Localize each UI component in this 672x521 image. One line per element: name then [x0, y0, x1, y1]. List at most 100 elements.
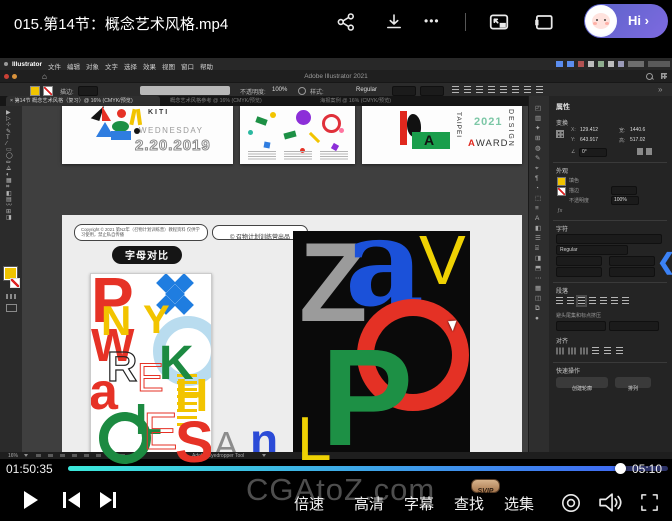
share-icon[interactable] [336, 12, 356, 32]
appearance-label: 外观 [556, 166, 568, 175]
font-style-field: Regular [556, 245, 628, 255]
studio-text: © 召物计划训练营出品 [230, 235, 290, 241]
confetti [248, 130, 253, 135]
current-time: 01:50:35 [6, 462, 53, 476]
menubar-status-icons [556, 61, 670, 67]
font-size-field [556, 256, 602, 266]
panel-divider [553, 362, 667, 363]
play-button[interactable] [24, 491, 38, 509]
poster-letter: P [321, 329, 413, 467]
speed-button[interactable]: 倍速 [294, 493, 324, 514]
tracking-field [556, 267, 602, 277]
y-value: 643.917 [580, 137, 598, 143]
find-button[interactable]: 查找 [454, 493, 484, 514]
leading-field [609, 256, 655, 266]
avatar-eye [604, 19, 606, 21]
controls-row: CGAtoZ.com 倍速 高清 字幕 查找 SVIP 选集 [0, 478, 672, 521]
fill-swatch [30, 86, 40, 96]
avatar-cheek [605, 22, 609, 25]
kinsoku-select [609, 321, 659, 331]
h-label: 高: [619, 137, 625, 144]
tab-label: 概念艺术风格参考 @ 16% (CMYK/预览) [164, 96, 310, 106]
poster3-design: DESIGN [507, 109, 514, 148]
next-button[interactable] [100, 492, 118, 508]
ai-control-bar: 描边: 不透明度: 100% 样式: Regular » [0, 82, 672, 97]
confetti [296, 110, 311, 125]
apple-icon [4, 62, 8, 66]
menu-window: 窗口 [181, 61, 194, 71]
poster3-big-a: A [424, 132, 434, 149]
copyright-text: Copyright © 2021 第N2年（召物计划训练营）教程资料 仅供学习使… [75, 225, 207, 239]
font-size-field [392, 86, 416, 96]
document-tab: 海报案例 @ 16% (CMYK/预览) [314, 96, 424, 106]
avatar-face [592, 13, 610, 29]
stroke-swatch [43, 86, 53, 96]
poster2-textblock [284, 151, 312, 160]
mini-window-icon[interactable] [533, 11, 555, 33]
tab-label: 海报案例 @ 16% (CMYK/预览) [314, 96, 424, 106]
stroke-label: 描边: [60, 87, 74, 96]
volume-icon[interactable] [598, 491, 623, 514]
avatar-cheek [593, 22, 597, 25]
artboard-poster-2 [240, 106, 355, 164]
shape-red-circle [117, 109, 126, 118]
menu-effect: 效果 [143, 61, 156, 71]
assistant-pill[interactable]: Hi › [584, 4, 668, 38]
toolbar-stroke-swatch [10, 278, 20, 288]
panel-fill-swatch [557, 177, 566, 186]
shape-red-wedge [102, 106, 111, 121]
poster-letter: Y [143, 300, 170, 340]
panel-divider [553, 282, 667, 283]
confetti [331, 143, 339, 151]
angle-label: ∠ [571, 149, 575, 155]
previous-button[interactable] [63, 492, 81, 508]
confetti [255, 116, 267, 125]
document-tab-active: × 第14节 概念艺术风格（复习）@ 16% (CMYK/预览) [6, 96, 160, 106]
arrange-label: 排列 [628, 386, 638, 392]
w-label: 宽: [619, 127, 625, 134]
fx-icon: ƒx [557, 208, 562, 214]
picture-in-picture-icon[interactable] [488, 11, 510, 33]
progress-thumb[interactable] [615, 463, 626, 474]
panel-opacity-value: 100% [612, 197, 638, 204]
episodes-button[interactable]: 选集 [504, 493, 534, 514]
subtitles-button[interactable]: 字幕 [404, 493, 434, 514]
font-family-field [556, 234, 662, 244]
download-icon[interactable] [384, 12, 404, 32]
panel-stroke-label: 描边 [569, 187, 579, 194]
app-titlebar: ⌂ Adobe Illustrator 2021 [0, 70, 672, 82]
style-label: 样式: [310, 87, 324, 96]
kerning-field [609, 267, 655, 277]
confetti [339, 128, 344, 133]
assistant-label: Hi › [628, 13, 649, 28]
confetti [309, 132, 320, 143]
fullscreen-icon[interactable] [640, 493, 659, 512]
panel-opacity-label: 不透明度 [569, 197, 589, 204]
panel-fill-label: 填色 [569, 177, 579, 184]
transform-label: 变换 [556, 118, 568, 127]
panel-opacity-field: 100% [611, 196, 639, 205]
panel-icon-strip: ◰ ▥ ✦ ⊞ ◍ ✎ ⌖ ¶ ◔ ⬚ ≡ A ◧ ☰ ⌸ ◨ ⬒ ⋯ ▦ ◫ … [528, 96, 550, 459]
macos-menubar: Illustrator 文件 编辑 对象 文字 选择 效果 视图 窗口 帮助 [0, 58, 672, 70]
more-icon[interactable]: ••• [424, 14, 440, 28]
video-content-area[interactable]: Illustrator 文件 编辑 对象 文字 选择 效果 视图 窗口 帮助 [0, 45, 672, 459]
align-buttons [556, 347, 623, 355]
opacity-label: 不透明度: [240, 87, 266, 96]
award-rest: WARD [476, 138, 509, 149]
document-tab: 概念艺术风格参考 @ 16% (CMYK/预览) [164, 96, 310, 106]
player-header: 015.第14节：概念艺术风格.mp4 ••• Hi › [0, 0, 672, 45]
quality-button[interactable]: 高清 [354, 493, 384, 514]
confetti [270, 112, 276, 118]
poster-letter: S [175, 414, 212, 467]
tab-label: × 第14节 概念艺术风格（复习）@ 16% (CMYK/预览) [6, 96, 160, 106]
align-label: 对齐 [556, 336, 568, 345]
paragraph-label: 段落 [556, 286, 568, 295]
screencast-icon[interactable] [560, 492, 582, 514]
angle-value: 0° [580, 149, 606, 156]
menu-object: 对象 [86, 61, 99, 71]
menu-view: 视图 [162, 61, 175, 71]
poster2-textblock [248, 151, 276, 160]
mojikumi-label: 避头尾集和标点挤压 [556, 312, 601, 319]
font-style-text: Regular [557, 246, 627, 254]
poster-letter: R [107, 346, 137, 388]
